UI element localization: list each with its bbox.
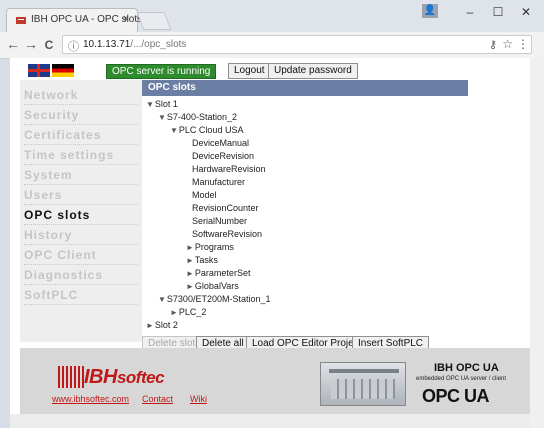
tree-node[interactable]: SerialNumber — [192, 216, 247, 226]
tree-node-label: S7300/ET200M-Station_1 — [166, 294, 271, 304]
uk-flag-icon[interactable] — [28, 64, 50, 77]
product-subtitle: embedded OPC UA server / client — [416, 376, 507, 382]
sidebar-item-security[interactable]: Security — [24, 106, 138, 125]
tree-node-label: HardwareRevision — [192, 164, 266, 174]
collapse-arrow-icon[interactable]: ► — [146, 321, 154, 330]
tree-node-label: SerialNumber — [192, 216, 248, 226]
tree-node[interactable]: RevisionCounter — [192, 203, 259, 213]
sidebar-item-users[interactable]: Users — [24, 186, 138, 205]
footer: IBHsoftec www.ibhsoftec.com Contact Wiki… — [20, 348, 530, 414]
tree-node-label: RevisionCounter — [192, 203, 259, 213]
sidebar-item-network[interactable]: Network — [24, 86, 138, 105]
browser-toolbar: ← → C ⓘ 10.1.13.71/‌...‌/opc_slots ⚷ ☆ ⋮ — [0, 32, 544, 59]
tree-node-label: ParameterSet — [194, 268, 251, 278]
expand-arrow-icon[interactable]: ▼ — [146, 100, 154, 109]
close-window-button[interactable]: ✕ — [512, 2, 540, 22]
update-password-button[interactable]: Update password — [268, 63, 358, 79]
tree-node-label: Slot 1 — [154, 99, 178, 109]
minimize-button[interactable]: – — [456, 2, 484, 22]
page: OPC server is running Logout Update pass… — [10, 58, 530, 428]
tree-node-label: PLC Cloud USA — [178, 125, 244, 135]
collapse-arrow-icon[interactable]: ► — [186, 243, 194, 252]
tree-node-label: DeviceRevision — [192, 151, 255, 161]
back-icon[interactable]: ← — [4, 36, 22, 52]
tab-close-icon[interactable]: × — [123, 13, 129, 25]
window-edge — [530, 58, 544, 428]
maximize-button[interactable]: ☐ — [484, 2, 512, 22]
expand-arrow-icon[interactable]: ▼ — [158, 113, 166, 122]
tree-node[interactable]: SoftwareRevision — [192, 229, 262, 239]
page-bottom — [10, 414, 530, 428]
device-image — [320, 362, 406, 406]
collapse-arrow-icon[interactable]: ► — [186, 256, 194, 265]
tree-node-label: S7-400-Station_2 — [166, 112, 237, 122]
collapse-arrow-icon[interactable]: ► — [186, 269, 194, 278]
tree-node[interactable]: ►Programs — [186, 242, 234, 252]
sidebar-item-history[interactable]: History — [24, 226, 138, 245]
tree-node-label: Programs — [194, 242, 234, 252]
sidebar-item-diagnostics[interactable]: Diagnostics — [24, 266, 138, 285]
info-icon[interactable]: ⓘ — [68, 38, 79, 54]
tree-node[interactable]: ▼PLC Cloud USA — [170, 125, 243, 135]
tree-node-label: PLC_2 — [178, 307, 207, 317]
sidebar-item-opc-slots[interactable]: OPC slots — [24, 206, 138, 225]
opc-ua-logo: OPC UA — [422, 386, 490, 406]
tree-node-label: SoftwareRevision — [192, 229, 263, 239]
wiki-link[interactable]: Wiki — [190, 394, 207, 404]
sidebar-item-certificates[interactable]: Certificates — [24, 126, 138, 145]
tree-node-label: Slot 2 — [154, 320, 178, 330]
favicon-icon — [16, 17, 26, 24]
address-bar[interactable]: ⓘ 10.1.13.71/‌...‌/opc_slots ⚷ ☆ ⋮ — [62, 35, 532, 54]
collapse-arrow-icon[interactable]: ► — [170, 308, 178, 317]
tree-node[interactable]: ▼S7300/ET200M-Station_1 — [158, 294, 271, 304]
sidebar-item-system[interactable]: System — [24, 166, 138, 185]
forward-icon[interactable]: → — [22, 36, 40, 52]
browser-menu-icon[interactable]: ⋮ — [517, 37, 529, 51]
user-profile-icon[interactable]: 👤 — [422, 4, 438, 18]
sidebar-item-opc-client[interactable]: OPC Client — [24, 246, 138, 265]
server-status-badge: OPC server is running — [106, 64, 217, 79]
ibh-logo-icon — [58, 366, 84, 388]
tree-node-label: Tasks — [194, 255, 218, 265]
tree-node[interactable]: DeviceRevision — [192, 151, 254, 161]
expand-arrow-icon[interactable]: ▼ — [170, 126, 178, 135]
collapse-arrow-icon[interactable]: ► — [186, 282, 194, 291]
expand-arrow-icon[interactable]: ▼ — [158, 295, 166, 304]
reload-icon[interactable]: C — [40, 38, 58, 52]
tree-node[interactable]: Model — [192, 190, 217, 200]
tree-node[interactable]: ►Slot 2 — [146, 320, 178, 330]
tree-node-label: Manufacturer — [192, 177, 246, 187]
contact-link[interactable]: Contact — [142, 394, 173, 404]
tree-node[interactable]: ►Tasks — [186, 255, 218, 265]
browser-tab[interactable]: IBH OPC UA - OPC slots × — [6, 8, 142, 32]
opc-slots-panel: OPC slots ▼Slot 1 ▼S7-400-Station_2 ▼PLC C… — [142, 80, 468, 342]
tree-node[interactable]: ►GlobalVars — [186, 281, 239, 291]
key-icon[interactable]: ⚷ — [489, 38, 497, 51]
browser-titlebar: IBH OPC UA - OPC slots × 👤 – ☐ ✕ — [0, 0, 544, 32]
tree-node-label: Model — [192, 190, 217, 200]
new-tab-button[interactable] — [136, 12, 172, 30]
ibh-softec-logo: IBHsoftec — [84, 366, 165, 388]
german-flag-icon[interactable] — [52, 64, 74, 77]
tree-node[interactable]: DeviceManual — [192, 138, 249, 148]
tree-node[interactable]: ▼S7-400-Station_2 — [158, 112, 237, 122]
tree-node[interactable]: HardwareRevision — [192, 164, 266, 174]
tree-node[interactable]: ►ParameterSet — [186, 268, 250, 278]
url-text: 10.1.13.71/‌...‌/opc_slots — [83, 39, 187, 50]
sidebar-item-time-settings[interactable]: Time settings — [24, 146, 138, 165]
tree-node[interactable]: ►PLC_2 — [170, 307, 206, 317]
panel-header: OPC slots — [142, 80, 468, 96]
tree-node[interactable]: Manufacturer — [192, 177, 245, 187]
bookmark-star-icon[interactable]: ☆ — [502, 37, 513, 51]
sidebar-item-softplc[interactable]: SoftPLC — [24, 286, 138, 305]
tree-node[interactable]: ▼Slot 1 — [146, 99, 178, 109]
logout-button[interactable]: Logout — [228, 63, 271, 79]
tree-node-label: DeviceManual — [192, 138, 250, 148]
page-topbar: OPC server is running Logout Update pass… — [10, 58, 530, 80]
sidebar: Network Security Certificates Time settings… — [20, 80, 142, 342]
tree-node-label: GlobalVars — [194, 281, 239, 291]
website-link[interactable]: www.ibhsoftec.com — [52, 394, 129, 404]
product-title: IBH OPC UA — [434, 362, 499, 374]
